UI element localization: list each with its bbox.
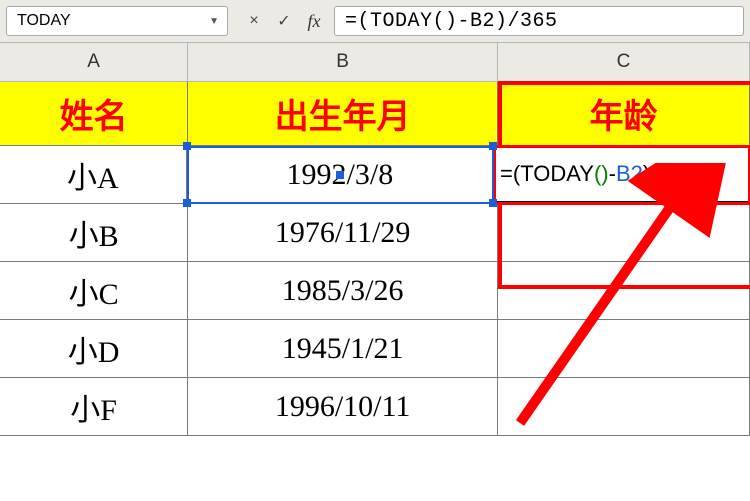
name-box-value: TODAY bbox=[17, 12, 71, 30]
cell-C2-editing[interactable]: =(TODAY()-B2)/3 bbox=[494, 146, 750, 204]
insert-function-icon[interactable]: fx bbox=[300, 7, 328, 35]
confirm-icon[interactable]: ✓ bbox=[270, 7, 298, 35]
header-age[interactable]: 年龄 bbox=[498, 82, 750, 146]
col-header-B[interactable]: B bbox=[188, 43, 498, 81]
cell-A4[interactable]: 小C bbox=[0, 262, 188, 320]
formula-bar: TODAY ▼ × ✓ fx =(TODAY()-B2)/365 bbox=[0, 0, 750, 43]
cancel-icon[interactable]: × bbox=[240, 7, 268, 35]
name-box[interactable]: TODAY ▼ bbox=[6, 6, 228, 36]
cell-A5[interactable]: 小D bbox=[0, 320, 188, 378]
table-row: 小D 1945/1/21 bbox=[0, 320, 750, 378]
editing-formula-text: =(TODAY()-B2)/3 bbox=[500, 161, 669, 187]
formula-bar-controls: × ✓ fx bbox=[240, 7, 328, 35]
cell-A6[interactable]: 小F bbox=[0, 378, 188, 436]
cell-C6[interactable] bbox=[498, 378, 750, 436]
table-row: 小A 1992/3/8 =(TODAY()-B2)/3 bbox=[0, 146, 750, 204]
cell-B2-value: 1992/3/8 bbox=[287, 158, 394, 192]
cell-C5[interactable] bbox=[498, 320, 750, 378]
col-header-C[interactable]: C bbox=[498, 43, 750, 81]
col-header-A[interactable]: A bbox=[0, 43, 188, 81]
dropdown-icon[interactable]: ▼ bbox=[209, 16, 219, 27]
cell-B4[interactable]: 1985/3/26 bbox=[188, 262, 498, 320]
cell-C4[interactable] bbox=[498, 262, 750, 320]
cell-A3[interactable]: 小B bbox=[0, 204, 188, 262]
cell-B5[interactable]: 1945/1/21 bbox=[188, 320, 498, 378]
table-row: 小C 1985/3/26 bbox=[0, 262, 750, 320]
table-row: 小F 1996/10/11 bbox=[0, 378, 750, 436]
selection-handle-icon[interactable] bbox=[489, 199, 497, 207]
column-headers: A B C bbox=[0, 43, 750, 82]
header-dob[interactable]: 出生年月 bbox=[188, 82, 498, 146]
cell-B3[interactable]: 1976/11/29 bbox=[188, 204, 498, 262]
formula-text: =(TODAY()-B2)/365 bbox=[345, 10, 558, 33]
selection-handle-icon[interactable] bbox=[489, 142, 497, 150]
table-header-row: 姓名 出生年月 年龄 bbox=[0, 82, 750, 146]
cell-B6[interactable]: 1996/10/11 bbox=[188, 378, 498, 436]
selection-handle-icon[interactable] bbox=[183, 199, 191, 207]
cell-A2[interactable]: 小A bbox=[0, 146, 187, 204]
spreadsheet-grid[interactable]: A B C 姓名 出生年月 年龄 小A 1992/3/8 =(TODAY()-B… bbox=[0, 43, 750, 501]
table-row: 小B 1976/11/29 bbox=[0, 204, 750, 262]
cell-C3[interactable] bbox=[498, 204, 750, 262]
cell-B2[interactable]: 1992/3/8 bbox=[187, 146, 494, 204]
formula-input[interactable]: =(TODAY()-B2)/365 bbox=[334, 6, 744, 36]
header-name[interactable]: 姓名 bbox=[0, 82, 188, 146]
selection-handle-icon[interactable] bbox=[183, 142, 191, 150]
